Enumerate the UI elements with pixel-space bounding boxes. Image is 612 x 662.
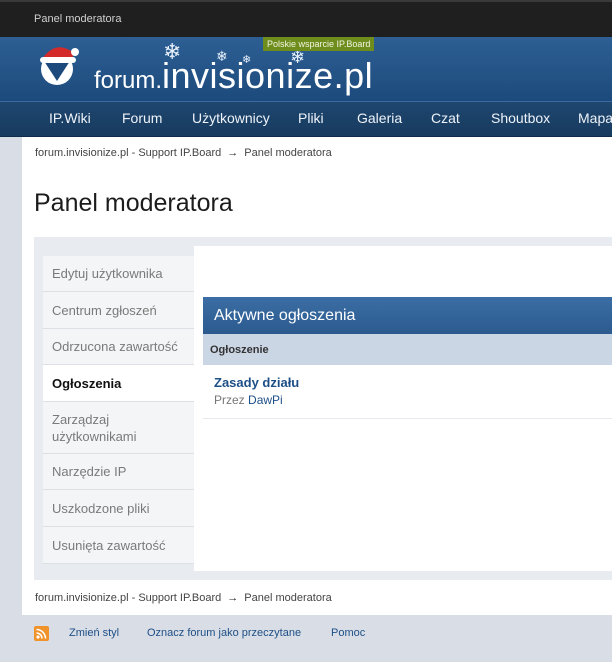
- sidebar-item-manage-users[interactable]: Zarządzaj użytkownikami: [43, 402, 194, 454]
- moderator-panel: Edytuj użytkownika Centrum zgłoszeń Odrz…: [34, 237, 612, 580]
- rss-icon[interactable]: [34, 626, 49, 641]
- sidebar-item-announcements[interactable]: Ogłoszenia: [43, 365, 195, 402]
- logo-name: invisionize.pl: [162, 55, 374, 96]
- table-row: Zasady działu Przez DawPi: [203, 365, 612, 419]
- sidebar-item-label: Edytuj użytkownika: [52, 266, 163, 281]
- breadcrumb-root[interactable]: forum.invisionize.pl - Support IP.Board: [35, 592, 221, 604]
- tagline-badge: Polskie wsparcie IP.Board: [263, 37, 375, 51]
- breadcrumb-root[interactable]: forum.invisionize.pl - Support IP.Board: [35, 147, 221, 159]
- announcement-byline: Przez DawPi: [214, 393, 283, 407]
- nav-item-files[interactable]: Pliki: [298, 110, 324, 132]
- sidebar-item-label: Odrzucona zawartość: [52, 339, 178, 354]
- help-link[interactable]: Pomoc: [331, 627, 365, 639]
- page-footer: Zmień styl Oznacz forum jako przeczytane…: [0, 615, 612, 662]
- logo-prefix: forum.: [94, 67, 163, 94]
- sidebar-item-label: Narzędzie IP: [52, 464, 127, 479]
- sidebar-item-edit-user[interactable]: Edytuj użytkownika: [43, 256, 194, 292]
- nav-item-users[interactable]: Użytkownicy: [192, 110, 270, 132]
- site-logo[interactable]: forum.invisionize.pl: [94, 55, 373, 97]
- announcements-main: Aktywne ogłoszenia Ogłoszenie Zasady dzi…: [194, 246, 612, 571]
- sidebar-item-label: Zarządzaj użytkownikami: [52, 411, 137, 444]
- nav-item-chat[interactable]: Czat: [431, 110, 460, 132]
- sidebar-item-label: Uszkodzone pliki: [52, 500, 150, 516]
- top-bar-title[interactable]: Panel moderatora: [34, 13, 121, 25]
- site-header: ❄ ❄ ❄ ❄ forum.invisionize.pl Polskie wsp…: [0, 37, 612, 101]
- sidebar-item-label: Ogłoszenia: [52, 375, 122, 391]
- announcements-column-header: Ogłoszenie: [203, 334, 612, 365]
- nav-item-gallery[interactable]: Galeria: [357, 110, 402, 132]
- page-content: forum.invisionize.pl - Support IP.Board →…: [22, 137, 612, 615]
- mark-read-link[interactable]: Oznacz forum jako przeczytane: [147, 627, 301, 639]
- sidebar-item-deleted-content[interactable]: Usunięta zawartość: [43, 527, 194, 564]
- nav-item-map[interactable]: Mapa: [578, 110, 612, 132]
- nav-item-shoutbox[interactable]: Shoutbox: [491, 110, 550, 132]
- breadcrumb-current[interactable]: Panel moderatora: [244, 147, 331, 159]
- main-nav: IP.Wiki Forum Użytkownicy Pliki Galeria …: [0, 101, 612, 137]
- sidebar-item-broken-files[interactable]: Uszkodzone pliki: [43, 490, 194, 527]
- sidebar-item-label: Usunięta zawartość: [52, 537, 166, 553]
- breadcrumb-current[interactable]: Panel moderatora: [244, 592, 331, 604]
- page-title: Panel moderatora: [34, 189, 233, 217]
- announcement-title-link[interactable]: Zasady działu: [214, 375, 299, 390]
- santa-mascot-icon[interactable]: [34, 39, 80, 89]
- sidebar-item-label: Centrum zgłoszeń: [52, 302, 157, 318]
- top-bar: Panel moderatora: [0, 0, 612, 37]
- sidebar-item-ip-tool[interactable]: Narzędzie IP: [43, 454, 194, 490]
- sidebar-item-rejected-content[interactable]: Odrzucona zawartość: [43, 329, 194, 365]
- sidebar-item-reports[interactable]: Centrum zgłoszeń: [43, 292, 194, 329]
- breadcrumb-arrow: →: [227, 147, 239, 159]
- breadcrumb-arrow: →: [227, 592, 239, 604]
- rss-glyph: [36, 628, 47, 639]
- breadcrumb: forum.invisionize.pl - Support IP.Board →…: [35, 147, 332, 159]
- change-style-link[interactable]: Zmień styl: [69, 627, 119, 639]
- nav-item-forum[interactable]: Forum: [122, 110, 162, 132]
- breadcrumb-bottom: forum.invisionize.pl - Support IP.Board →…: [35, 592, 332, 604]
- byline-prefix: Przez: [214, 393, 245, 407]
- author-link[interactable]: DawPi: [248, 393, 283, 407]
- nav-item-ipwiki[interactable]: IP.Wiki: [49, 110, 91, 132]
- announcements-heading: Aktywne ogłoszenia: [203, 297, 612, 334]
